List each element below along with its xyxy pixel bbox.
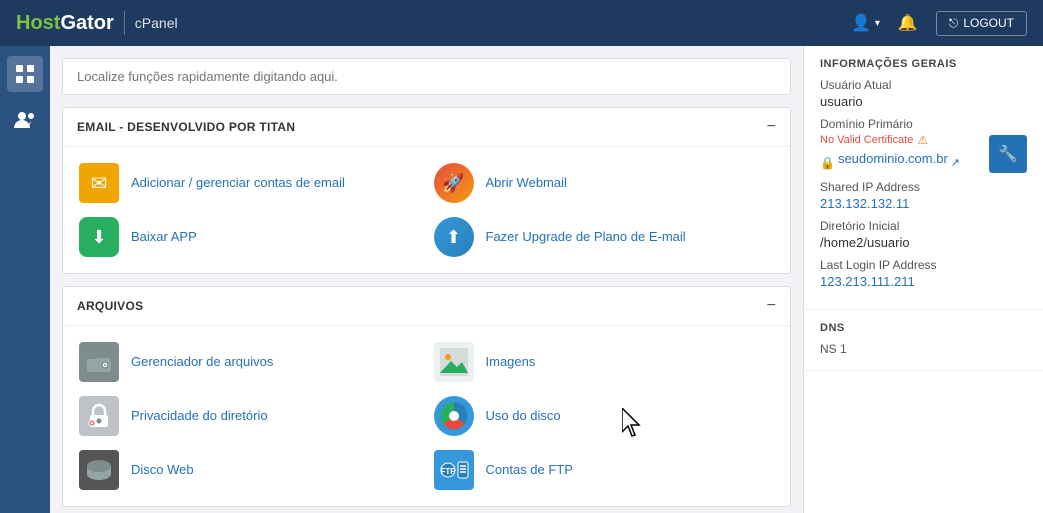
menu-item-download-app[interactable]: ⬇ Baixar APP [77,215,422,259]
shared-ip-label: Shared IP Address [820,180,1027,194]
email-section-header: EMAIL - DESENVOLVIDO POR TITAN − [63,108,790,147]
menu-item-privacy[interactable]: Privacidade do diretório [77,394,422,438]
svg-text:FTP: FTP [440,467,456,476]
disk-usage-label: Uso do disco [486,408,561,425]
menu-item-ftp[interactable]: FTP Contas de FTP [432,448,777,492]
arquivos-section-header: ARQUIVOS − [63,287,790,326]
upgrade-icon: ⬆ [432,215,476,259]
current-user-value: usuario [820,94,1027,109]
cpanel-label: cPanel [135,15,178,31]
general-info-title: INFORMAÇÕES GERAIS [820,58,1027,70]
domain-line: No Valid Certificate ⚠ 🔒 seudominio.com.… [820,133,1027,174]
warning-icon: ⚠ [917,133,928,147]
email-section-title: EMAIL - DESENVOLVIDO POR TITAN [77,120,295,134]
main-layout: EMAIL - DESENVOLVIDO POR TITAN − Adicion… [0,46,1043,513]
filemanager-label: Gerenciador de arquivos [131,354,273,371]
email-section-toggle[interactable]: − [767,118,776,136]
menu-item-webdisk[interactable]: Disco Web [77,448,422,492]
topnav-icons: 👤 ▾ 🔔 ⎋ LOGOUT [851,11,1027,36]
email-section: EMAIL - DESENVOLVIDO POR TITAN − Adicion… [62,107,791,274]
disk-usage-icon [432,394,476,438]
arquivos-section-title: ARQUIVOS [77,299,143,313]
webmail-icon: 🚀 [432,161,476,205]
menu-item-add-email[interactable]: Adicionar / gerenciar contas de email [77,161,422,205]
images-icon [432,340,476,384]
menu-item-disk-usage[interactable]: Uso do disco [432,394,777,438]
brand-logo: HostGator [16,12,114,35]
menu-item-upgrade[interactable]: ⬆ Fazer Upgrade de Plano de E-mail [432,215,777,259]
privacy-label: Privacidade do diretório [131,408,268,425]
right-panel: INFORMAÇÕES GERAIS Usuário Atual usuario… [803,46,1043,513]
shared-ip-value[interactable]: 213.132.132.11 [820,196,1027,211]
menu-item-webmail[interactable]: 🚀 Abrir Webmail [432,161,777,205]
last-login-label: Last Login IP Address [820,258,1027,272]
last-login-value[interactable]: 123.213.111.211 [820,274,1027,289]
primary-domain-label: Domínio Primário [820,117,1027,131]
home-dir-label: Diretório Inicial [820,219,1027,233]
current-user-label: Usuário Atual [820,78,1027,92]
upgrade-label: Fazer Upgrade de Plano de E-mail [486,229,686,246]
user-dropdown-arrow: ▾ [875,18,880,29]
webdisk-label: Disco Web [131,462,194,479]
email-section-body: Adicionar / gerenciar contas de email 🚀 … [63,147,790,273]
search-input[interactable] [62,58,791,95]
brand-logo-area: HostGator cPanel [16,11,178,35]
ftp-label: Contas de FTP [486,462,573,479]
user-icon: 👤 [851,13,871,33]
home-dir-value: /home2/usuario [820,235,1027,250]
add-email-label: Adicionar / gerenciar contas de email [131,175,345,192]
dns-title: DNS [820,322,1027,334]
mouse-cursor [622,408,646,440]
filemanager-icon [77,340,121,384]
sidebar-item-grid[interactable] [7,56,43,92]
notifications-button[interactable]: 🔔 [898,13,918,33]
arquivos-section-body: Gerenciador de arquivos [63,326,790,506]
images-label: Imagens [486,354,536,371]
wrench-icon: 🔧 [998,144,1018,164]
domain-link[interactable]: seudominio.com.br [838,151,948,166]
add-email-icon [77,161,121,205]
webdisk-icon [77,448,121,492]
sidebar-item-users[interactable] [7,102,43,138]
lock-icon: 🔒 [820,156,835,170]
user-menu-button[interactable]: 👤 ▾ [851,13,880,33]
menu-item-filemanager[interactable]: Gerenciador de arquivos [77,340,422,384]
webmail-label: Abrir Webmail [486,175,567,192]
logout-button[interactable]: ⎋ LOGOUT [936,11,1027,36]
general-info-section: INFORMAÇÕES GERAIS Usuário Atual usuario… [804,46,1043,310]
main-content: EMAIL - DESENVOLVIDO POR TITAN − Adicion… [50,46,803,513]
dns-section: DNS NS 1 [804,310,1043,371]
ns1-label: NS 1 [820,342,1027,356]
arquivos-section-toggle[interactable]: − [767,297,776,315]
ftp-icon: FTP [432,448,476,492]
logout-icon: ⎋ [949,16,959,31]
logout-label: LOGOUT [963,16,1014,30]
privacy-icon [77,394,121,438]
brand-divider [124,11,125,35]
arquivos-section: ARQUIVOS − [62,286,791,507]
bell-icon: 🔔 [898,13,918,33]
menu-item-images[interactable]: Imagens [432,340,777,384]
domain-info: No Valid Certificate ⚠ 🔒 seudominio.com.… [820,133,989,174]
download-app-icon: ⬇ [77,215,121,259]
no-valid-cert-badge: No Valid Certificate [820,134,913,146]
external-link-icon: ↗ [951,156,960,169]
domain-settings-button[interactable]: 🔧 [989,135,1027,173]
download-app-label: Baixar APP [131,229,197,246]
left-sidebar [0,46,50,513]
top-navigation: HostGator cPanel 👤 ▾ 🔔 ⎋ LOGOUT [0,0,1043,46]
